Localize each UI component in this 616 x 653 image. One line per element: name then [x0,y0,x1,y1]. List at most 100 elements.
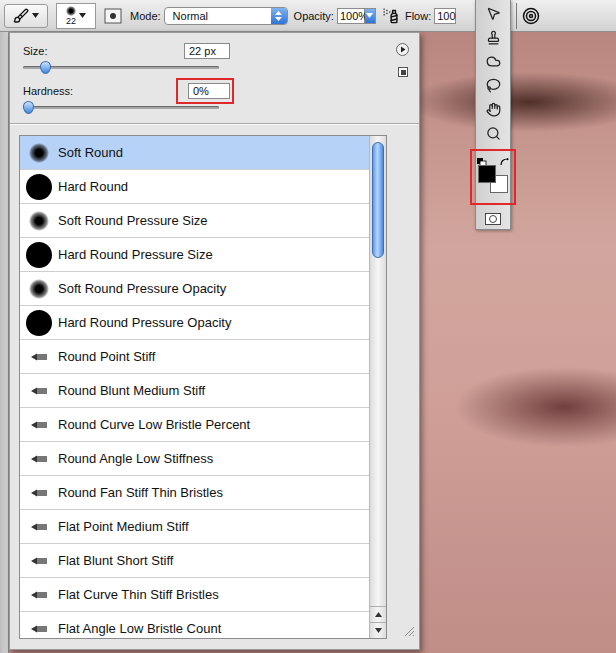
stepper-icon [275,11,282,21]
stamp-tool[interactable] [481,28,505,48]
photoshop-window: 22Mode:NormalOpacity:100%Flow:100Size:22… [0,0,616,653]
toolbar-divider [516,3,517,29]
tablet-pressure-toggle[interactable] [522,7,540,25]
bristle-brush-icon [30,454,48,464]
soft-brush-icon [29,279,49,299]
resize-grip-icon[interactable] [403,625,415,637]
mode-select[interactable]: Normal [164,7,288,25]
stamp-icon [486,30,501,45]
opacity-field[interactable]: 100% [337,8,365,24]
hard-brush-icon [26,174,52,200]
brush-panel-toggle[interactable] [104,8,122,24]
soft-brush-icon [29,143,49,163]
bristle-brush-icon [30,488,48,498]
separator [10,123,419,125]
bristle-brush-icon [30,420,48,430]
preset-row[interactable]: Round Angle Low Stiffness [20,442,369,476]
dropdown-arrow-icon [366,13,373,18]
hardness-label: Hardness: [23,85,73,97]
preset-name: Round Angle Low Stiffness [58,451,213,466]
quick-mask-icon [485,213,501,225]
scroll-down-button[interactable] [370,622,386,638]
color-swatches [470,149,516,205]
lasso-icon [486,78,501,93]
new-preset-icon[interactable] [398,67,408,77]
preset-row[interactable]: Soft Round Pressure Opacity [20,272,369,306]
preset-name: Flat Blunt Short Stiff [58,553,173,568]
preset-row[interactable]: Round Point Stiff [20,340,369,374]
bristle-brush-icon [30,522,48,532]
hardness-highlight: 0% [176,78,234,104]
preset-name: Round Fan Stiff Thin Bristles [58,485,223,500]
size-slider-thumb[interactable] [40,61,51,74]
brush-panel-icon [104,8,122,24]
flow-field[interactable]: 100 [434,8,456,24]
zoom-icon [486,126,501,141]
preset-row[interactable]: Round Curve Low Bristle Percent [20,408,369,442]
preset-name: Hard Round Pressure Size [58,247,213,262]
hardness-field[interactable]: 0% [188,83,230,99]
hardness-slider-thumb[interactable] [23,101,34,114]
preset-name: Flat Point Medium Stiff [58,519,189,534]
preset-row[interactable]: Flat Blunt Short Stiff [20,544,369,578]
move-tool[interactable] [481,4,505,24]
hard-brush-icon [26,242,52,268]
preset-name: Soft Round [58,145,123,160]
pointer-icon [486,6,501,21]
hard-brush-icon [26,310,52,336]
size-slider[interactable] [23,59,219,77]
up-arrow-icon [375,612,382,617]
preset-name: Soft Round Pressure Opacity [58,281,226,296]
preset-row[interactable]: Hard Round Pressure Opacity [20,306,369,340]
mode-label: Mode: [130,10,161,22]
preset-row[interactable]: Hard Round Pressure Size [20,238,369,272]
preset-name: Flat Curve Thin Stiff Bristles [58,587,219,602]
preset-row[interactable]: Flat Curve Thin Stiff Bristles [20,578,369,612]
blur-tool[interactable] [481,52,505,72]
hardness-slider[interactable] [23,99,219,117]
target-icon [522,7,540,25]
preset-name: Hard Round Pressure Opacity [58,315,231,330]
preset-row[interactable]: Soft Round [20,136,369,170]
panel-menu-icon[interactable] [396,43,409,56]
brush-preset-popup: Size:22 pxHardness:0%Soft RoundHard Roun… [9,32,420,650]
scroll-up-button[interactable] [370,606,386,622]
brush-preset-picker[interactable]: 22 [56,3,96,29]
scrollbar[interactable] [369,136,386,638]
preset-list: Soft Round Hard Round Soft Round Pressure … [19,135,387,639]
blob-icon [486,54,501,69]
preset-row[interactable]: Soft Round Pressure Size [20,204,369,238]
lasso-tool[interactable] [481,76,505,96]
preset-name: Flat Angle Low Bristle Count [58,621,221,636]
preset-row[interactable]: Flat Angle Low Bristle Count [20,612,369,638]
tools-panel [475,0,511,230]
dropdown-arrow-icon [79,13,86,18]
bristle-brush-icon [30,386,48,396]
opacity-dropdown[interactable] [365,8,376,24]
foreground-color-swatch[interactable] [478,165,496,183]
scrollbar-thumb[interactable] [372,142,384,258]
preset-row[interactable]: Round Fan Stiff Thin Bristles [20,476,369,510]
preset-row[interactable]: Round Blunt Medium Stiff [20,374,369,408]
size-field[interactable]: 22 px [184,43,230,59]
tools-strip [0,32,9,653]
brush-icon [13,8,29,24]
preset-name: Hard Round [58,179,128,194]
brush-tip-icon [66,6,76,16]
airbrush-toggle[interactable] [382,7,399,24]
airbrush-icon [382,7,399,24]
dropdown-arrow-icon [32,13,39,18]
zoom-tool[interactable] [481,123,505,143]
quick-mask-button[interactable] [481,209,505,229]
options-bar: 22Mode:NormalOpacity:100%Flow:100 [0,0,616,32]
hand-tool[interactable] [481,100,505,120]
hand-icon [486,102,501,117]
bristle-brush-icon [30,556,48,566]
preset-row[interactable]: Hard Round [20,170,369,204]
bristle-brush-icon [30,590,48,600]
swap-colors-icon[interactable] [500,158,510,167]
preset-name: Soft Round Pressure Size [58,213,208,228]
preset-row[interactable]: Flat Point Medium Stiff [20,510,369,544]
tool-preset-picker[interactable] [4,4,48,28]
preset-name: Round Curve Low Bristle Percent [58,417,250,432]
